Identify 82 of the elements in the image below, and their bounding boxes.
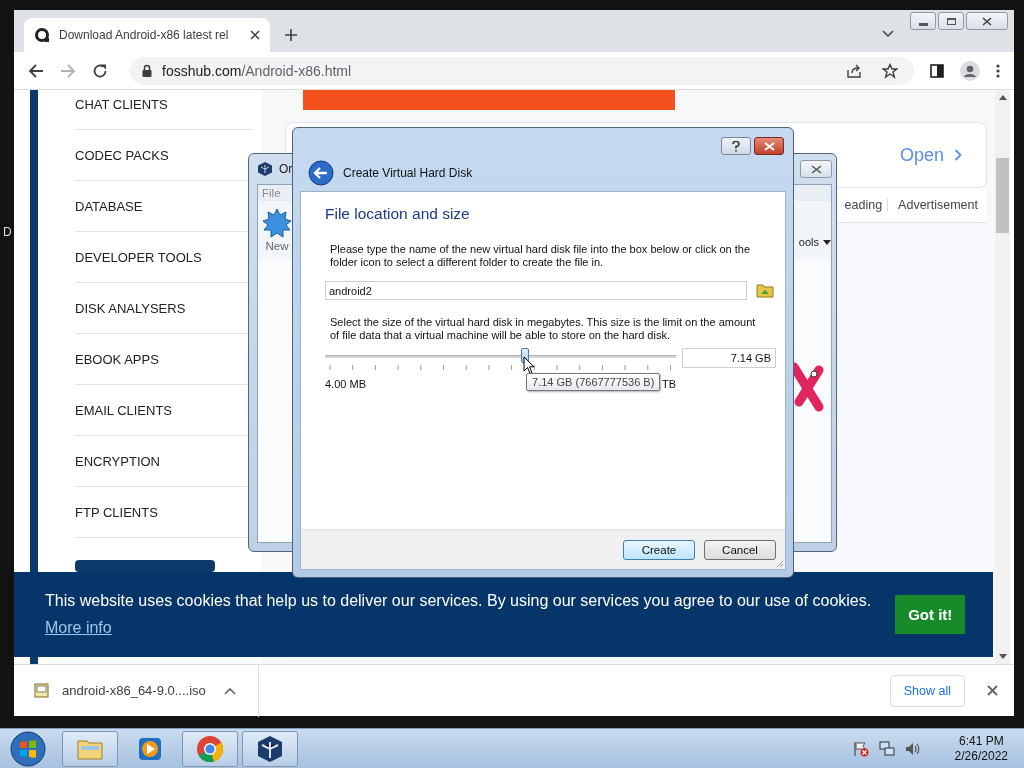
tools-button[interactable]: ools <box>798 236 831 248</box>
taskbar-browser-button[interactable] <box>182 730 238 767</box>
close-button[interactable] <box>754 137 784 155</box>
chevron-down-icon[interactable] <box>882 30 894 38</box>
star-icon[interactable] <box>882 62 898 79</box>
sidebar-item[interactable]: DATABASE <box>75 198 143 214</box>
clock[interactable]: 6:41 PM 2/26/2022 <box>954 733 1008 764</box>
maximize-icon <box>946 17 956 25</box>
cube-icon <box>257 734 283 763</box>
flag-icon[interactable] <box>852 740 869 757</box>
close-button[interactable] <box>800 160 832 178</box>
lock-icon <box>142 64 152 77</box>
cube-icon <box>257 161 273 177</box>
chevron-right-icon <box>954 149 962 161</box>
caret-up-icon[interactable] <box>223 686 236 695</box>
maximize-button[interactable] <box>938 12 964 30</box>
reload-icon[interactable] <box>92 62 108 79</box>
dialog-title: Create Virtual Hard Disk <box>343 166 473 180</box>
window-title: Or <box>279 162 293 176</box>
scroll-up-icon[interactable] <box>998 95 1007 100</box>
help-button[interactable] <box>721 137 751 155</box>
page-tab[interactable]: eading <box>834 198 888 212</box>
close-icon[interactable] <box>987 685 998 696</box>
sidebar-item[interactable]: DISK ANALYSERS <box>75 300 186 316</box>
instruction-text: Please type the name of the new virtual hard disk file into the box below or click on the folder icon to select a different folder to create the file in. <box>330 243 752 269</box>
tooltip: 7.14 GB (7667777536 B) <box>526 373 661 391</box>
file-name-field[interactable]: android2 <box>325 281 747 300</box>
scrollbar-thumb[interactable] <box>996 158 1009 233</box>
avatar-icon[interactable] <box>960 60 980 81</box>
download-file-name[interactable]: android-x86_64-9.0....iso <box>62 683 206 698</box>
close-icon[interactable] <box>250 30 260 40</box>
cursor-icon <box>523 356 535 375</box>
back-icon[interactable] <box>28 62 44 79</box>
browser-tab[interactable]: Download Android-x86 latest rel <box>24 18 270 52</box>
share-icon[interactable] <box>846 62 862 79</box>
new-tab-icon[interactable] <box>284 28 298 42</box>
new-button[interactable]: New <box>262 208 292 252</box>
sidebar-item[interactable]: ENCRYPTION <box>75 453 160 469</box>
resize-grip-icon[interactable] <box>776 560 784 568</box>
accept-button[interactable]: Got it! <box>895 595 966 634</box>
sidebar-item[interactable]: CODEC PACKS <box>75 147 169 163</box>
taskbar-cube-button[interactable] <box>242 730 298 767</box>
file-icon <box>34 682 50 699</box>
menu-icon[interactable] <box>996 63 1000 78</box>
desktop-icon-label: D <box>3 225 12 239</box>
browser-logo-icon <box>196 734 224 763</box>
size-field[interactable]: 7.14 GB <box>682 348 776 368</box>
close-icon <box>982 16 992 26</box>
minimize-button[interactable] <box>910 12 936 30</box>
page-heading: File location and size <box>325 204 470 224</box>
play-icon <box>137 735 163 762</box>
more-info-link[interactable]: More info <box>45 619 112 637</box>
sidebar-item[interactable]: EMAIL CLIENTS <box>75 402 173 418</box>
address-bar[interactable]: fosshub.com/Android-x86.html <box>130 56 914 85</box>
sidebar-item[interactable]: FTP CLIENTS <box>75 504 158 520</box>
side-panel-icon[interactable] <box>930 63 944 78</box>
scrollbar[interactable] <box>995 90 1010 664</box>
sidebar-item[interactable]: DEVELOPER TOOLS <box>75 249 202 265</box>
scroll-down-icon[interactable] <box>998 654 1007 659</box>
sidebar-item[interactable]: EBOOK APPS <box>75 351 159 367</box>
max-size-label: TB <box>661 378 676 390</box>
close-icon <box>810 164 822 174</box>
starburst-icon <box>262 208 292 238</box>
page-tab[interactable]: Advertisement <box>887 198 983 212</box>
dropdown-arrow-icon <box>823 239 831 245</box>
close-icon <box>763 141 775 151</box>
help-icon <box>732 140 740 152</box>
minimize-icon <box>918 22 928 26</box>
create-button[interactable]: Create <box>623 539 695 560</box>
close-button[interactable] <box>966 12 1008 30</box>
size-slider[interactable] <box>325 348 676 372</box>
cancel-button[interactable]: Cancel <box>704 539 776 560</box>
sidebar-item[interactable]: CHAT CLIENTS <box>75 96 168 112</box>
back-icon[interactable] <box>308 160 334 186</box>
show-all-button[interactable]: Show all <box>889 674 965 707</box>
folder-icon[interactable] <box>756 283 774 298</box>
cookie-message: This website uses cookies that help us to deliver our services. By using our services you agree to our use of cookies. <box>45 592 872 610</box>
site-logo-icon <box>34 27 50 43</box>
start-button[interactable] <box>10 730 46 767</box>
network-icon[interactable] <box>878 740 895 757</box>
min-size-label: 4.00 MB <box>325 378 366 390</box>
instruction-text: Select the size of the virtual hard disk in megabytes. This size is the limit on the amount of file data that a virtual machine will be able to store on the hard disk. <box>330 316 757 342</box>
